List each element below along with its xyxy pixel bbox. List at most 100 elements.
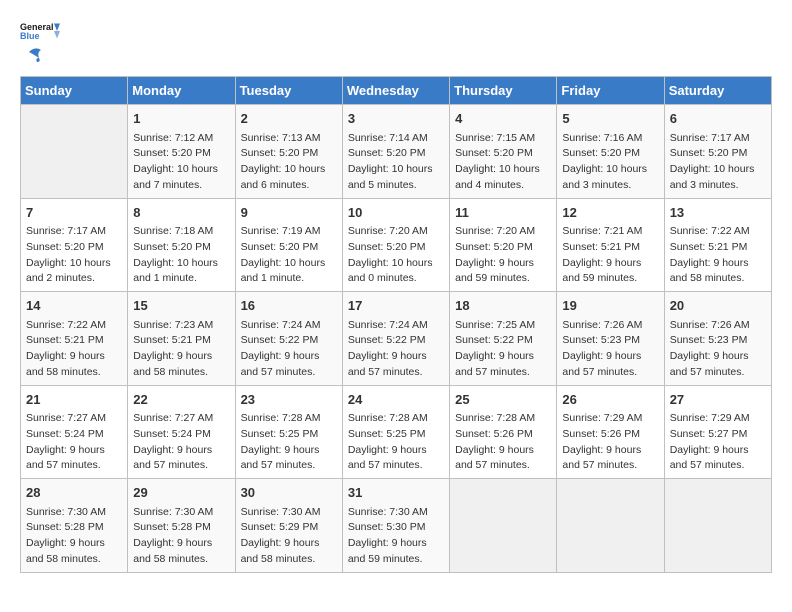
calendar-cell bbox=[557, 479, 664, 573]
week-row-3: 14Sunrise: 7:22 AM Sunset: 5:21 PM Dayli… bbox=[21, 292, 772, 386]
day-number: 15 bbox=[133, 296, 229, 316]
calendar-cell bbox=[664, 479, 771, 573]
day-number: 21 bbox=[26, 390, 122, 410]
calendar-cell: 23Sunrise: 7:28 AM Sunset: 5:25 PM Dayli… bbox=[235, 385, 342, 479]
calendar-cell: 21Sunrise: 7:27 AM Sunset: 5:24 PM Dayli… bbox=[21, 385, 128, 479]
day-number: 8 bbox=[133, 203, 229, 223]
day-number: 20 bbox=[670, 296, 766, 316]
calendar-cell: 26Sunrise: 7:29 AM Sunset: 5:26 PM Dayli… bbox=[557, 385, 664, 479]
cell-content: Sunrise: 7:19 AM Sunset: 5:20 PM Dayligh… bbox=[241, 224, 337, 287]
day-number: 6 bbox=[670, 109, 766, 129]
day-number: 17 bbox=[348, 296, 444, 316]
calendar-cell: 17Sunrise: 7:24 AM Sunset: 5:22 PM Dayli… bbox=[342, 292, 449, 386]
calendar-cell: 31Sunrise: 7:30 AM Sunset: 5:30 PM Dayli… bbox=[342, 479, 449, 573]
day-number: 18 bbox=[455, 296, 551, 316]
week-row-5: 28Sunrise: 7:30 AM Sunset: 5:28 PM Dayli… bbox=[21, 479, 772, 573]
day-number: 25 bbox=[455, 390, 551, 410]
cell-content: Sunrise: 7:14 AM Sunset: 5:20 PM Dayligh… bbox=[348, 131, 444, 194]
cell-content: Sunrise: 7:28 AM Sunset: 5:25 PM Dayligh… bbox=[348, 411, 444, 474]
day-number: 16 bbox=[241, 296, 337, 316]
day-number: 3 bbox=[348, 109, 444, 129]
calendar-cell: 9Sunrise: 7:19 AM Sunset: 5:20 PM Daylig… bbox=[235, 198, 342, 292]
logo-svg: General Blue bbox=[20, 20, 60, 42]
cell-content: Sunrise: 7:28 AM Sunset: 5:26 PM Dayligh… bbox=[455, 411, 551, 474]
cell-content: Sunrise: 7:30 AM Sunset: 5:28 PM Dayligh… bbox=[26, 505, 122, 568]
cell-content: Sunrise: 7:26 AM Sunset: 5:23 PM Dayligh… bbox=[562, 318, 658, 381]
day-header-saturday: Saturday bbox=[664, 77, 771, 105]
week-row-4: 21Sunrise: 7:27 AM Sunset: 5:24 PM Dayli… bbox=[21, 385, 772, 479]
calendar-cell: 11Sunrise: 7:20 AM Sunset: 5:20 PM Dayli… bbox=[450, 198, 557, 292]
cell-content: Sunrise: 7:30 AM Sunset: 5:29 PM Dayligh… bbox=[241, 505, 337, 568]
calendar-cell: 5Sunrise: 7:16 AM Sunset: 5:20 PM Daylig… bbox=[557, 105, 664, 199]
calendar-cell: 28Sunrise: 7:30 AM Sunset: 5:28 PM Dayli… bbox=[21, 479, 128, 573]
cell-content: Sunrise: 7:26 AM Sunset: 5:23 PM Dayligh… bbox=[670, 318, 766, 381]
calendar-cell: 24Sunrise: 7:28 AM Sunset: 5:25 PM Dayli… bbox=[342, 385, 449, 479]
svg-text:Blue: Blue bbox=[20, 31, 40, 41]
cell-content: Sunrise: 7:20 AM Sunset: 5:20 PM Dayligh… bbox=[455, 224, 551, 287]
calendar-cell: 7Sunrise: 7:17 AM Sunset: 5:20 PM Daylig… bbox=[21, 198, 128, 292]
day-number: 1 bbox=[133, 109, 229, 129]
cell-content: Sunrise: 7:15 AM Sunset: 5:20 PM Dayligh… bbox=[455, 131, 551, 194]
calendar-cell bbox=[21, 105, 128, 199]
cell-content: Sunrise: 7:22 AM Sunset: 5:21 PM Dayligh… bbox=[670, 224, 766, 287]
calendar-cell: 6Sunrise: 7:17 AM Sunset: 5:20 PM Daylig… bbox=[664, 105, 771, 199]
day-number: 23 bbox=[241, 390, 337, 410]
calendar-cell: 8Sunrise: 7:18 AM Sunset: 5:20 PM Daylig… bbox=[128, 198, 235, 292]
day-header-sunday: Sunday bbox=[21, 77, 128, 105]
cell-content: Sunrise: 7:22 AM Sunset: 5:21 PM Dayligh… bbox=[26, 318, 122, 381]
calendar-cell: 16Sunrise: 7:24 AM Sunset: 5:22 PM Dayli… bbox=[235, 292, 342, 386]
day-number: 29 bbox=[133, 483, 229, 503]
calendar-cell: 4Sunrise: 7:15 AM Sunset: 5:20 PM Daylig… bbox=[450, 105, 557, 199]
calendar-cell: 29Sunrise: 7:30 AM Sunset: 5:28 PM Dayli… bbox=[128, 479, 235, 573]
calendar-cell: 15Sunrise: 7:23 AM Sunset: 5:21 PM Dayli… bbox=[128, 292, 235, 386]
calendar-cell: 2Sunrise: 7:13 AM Sunset: 5:20 PM Daylig… bbox=[235, 105, 342, 199]
day-header-tuesday: Tuesday bbox=[235, 77, 342, 105]
header-row: SundayMondayTuesdayWednesdayThursdayFrid… bbox=[21, 77, 772, 105]
cell-content: Sunrise: 7:16 AM Sunset: 5:20 PM Dayligh… bbox=[562, 131, 658, 194]
header: General Blue bbox=[20, 20, 772, 66]
cell-content: Sunrise: 7:17 AM Sunset: 5:20 PM Dayligh… bbox=[26, 224, 122, 287]
day-number: 31 bbox=[348, 483, 444, 503]
cell-content: Sunrise: 7:25 AM Sunset: 5:22 PM Dayligh… bbox=[455, 318, 551, 381]
day-number: 9 bbox=[241, 203, 337, 223]
calendar-cell: 30Sunrise: 7:30 AM Sunset: 5:29 PM Dayli… bbox=[235, 479, 342, 573]
day-number: 10 bbox=[348, 203, 444, 223]
cell-content: Sunrise: 7:13 AM Sunset: 5:20 PM Dayligh… bbox=[241, 131, 337, 194]
cell-content: Sunrise: 7:21 AM Sunset: 5:21 PM Dayligh… bbox=[562, 224, 658, 287]
day-number: 11 bbox=[455, 203, 551, 223]
cell-content: Sunrise: 7:27 AM Sunset: 5:24 PM Dayligh… bbox=[26, 411, 122, 474]
calendar-cell: 20Sunrise: 7:26 AM Sunset: 5:23 PM Dayli… bbox=[664, 292, 771, 386]
day-number: 22 bbox=[133, 390, 229, 410]
calendar-cell: 18Sunrise: 7:25 AM Sunset: 5:22 PM Dayli… bbox=[450, 292, 557, 386]
cell-content: Sunrise: 7:30 AM Sunset: 5:30 PM Dayligh… bbox=[348, 505, 444, 568]
logo: General Blue bbox=[20, 20, 60, 66]
day-number: 28 bbox=[26, 483, 122, 503]
svg-text:General: General bbox=[20, 22, 54, 32]
calendar-cell: 13Sunrise: 7:22 AM Sunset: 5:21 PM Dayli… bbox=[664, 198, 771, 292]
cell-content: Sunrise: 7:18 AM Sunset: 5:20 PM Dayligh… bbox=[133, 224, 229, 287]
day-number: 14 bbox=[26, 296, 122, 316]
cell-content: Sunrise: 7:28 AM Sunset: 5:25 PM Dayligh… bbox=[241, 411, 337, 474]
cell-content: Sunrise: 7:20 AM Sunset: 5:20 PM Dayligh… bbox=[348, 224, 444, 287]
calendar-cell: 12Sunrise: 7:21 AM Sunset: 5:21 PM Dayli… bbox=[557, 198, 664, 292]
calendar-cell: 1Sunrise: 7:12 AM Sunset: 5:20 PM Daylig… bbox=[128, 105, 235, 199]
day-number: 12 bbox=[562, 203, 658, 223]
calendar-cell: 22Sunrise: 7:27 AM Sunset: 5:24 PM Dayli… bbox=[128, 385, 235, 479]
calendar-cell: 27Sunrise: 7:29 AM Sunset: 5:27 PM Dayli… bbox=[664, 385, 771, 479]
day-number: 26 bbox=[562, 390, 658, 410]
calendar-table: SundayMondayTuesdayWednesdayThursdayFrid… bbox=[20, 76, 772, 573]
cell-content: Sunrise: 7:24 AM Sunset: 5:22 PM Dayligh… bbox=[348, 318, 444, 381]
day-number: 4 bbox=[455, 109, 551, 129]
cell-content: Sunrise: 7:24 AM Sunset: 5:22 PM Dayligh… bbox=[241, 318, 337, 381]
day-number: 24 bbox=[348, 390, 444, 410]
day-number: 7 bbox=[26, 203, 122, 223]
cell-content: Sunrise: 7:23 AM Sunset: 5:21 PM Dayligh… bbox=[133, 318, 229, 381]
day-number: 2 bbox=[241, 109, 337, 129]
day-number: 13 bbox=[670, 203, 766, 223]
logo-bird-icon bbox=[21, 44, 43, 66]
cell-content: Sunrise: 7:29 AM Sunset: 5:27 PM Dayligh… bbox=[670, 411, 766, 474]
day-number: 27 bbox=[670, 390, 766, 410]
calendar-cell: 3Sunrise: 7:14 AM Sunset: 5:20 PM Daylig… bbox=[342, 105, 449, 199]
week-row-1: 1Sunrise: 7:12 AM Sunset: 5:20 PM Daylig… bbox=[21, 105, 772, 199]
day-header-friday: Friday bbox=[557, 77, 664, 105]
